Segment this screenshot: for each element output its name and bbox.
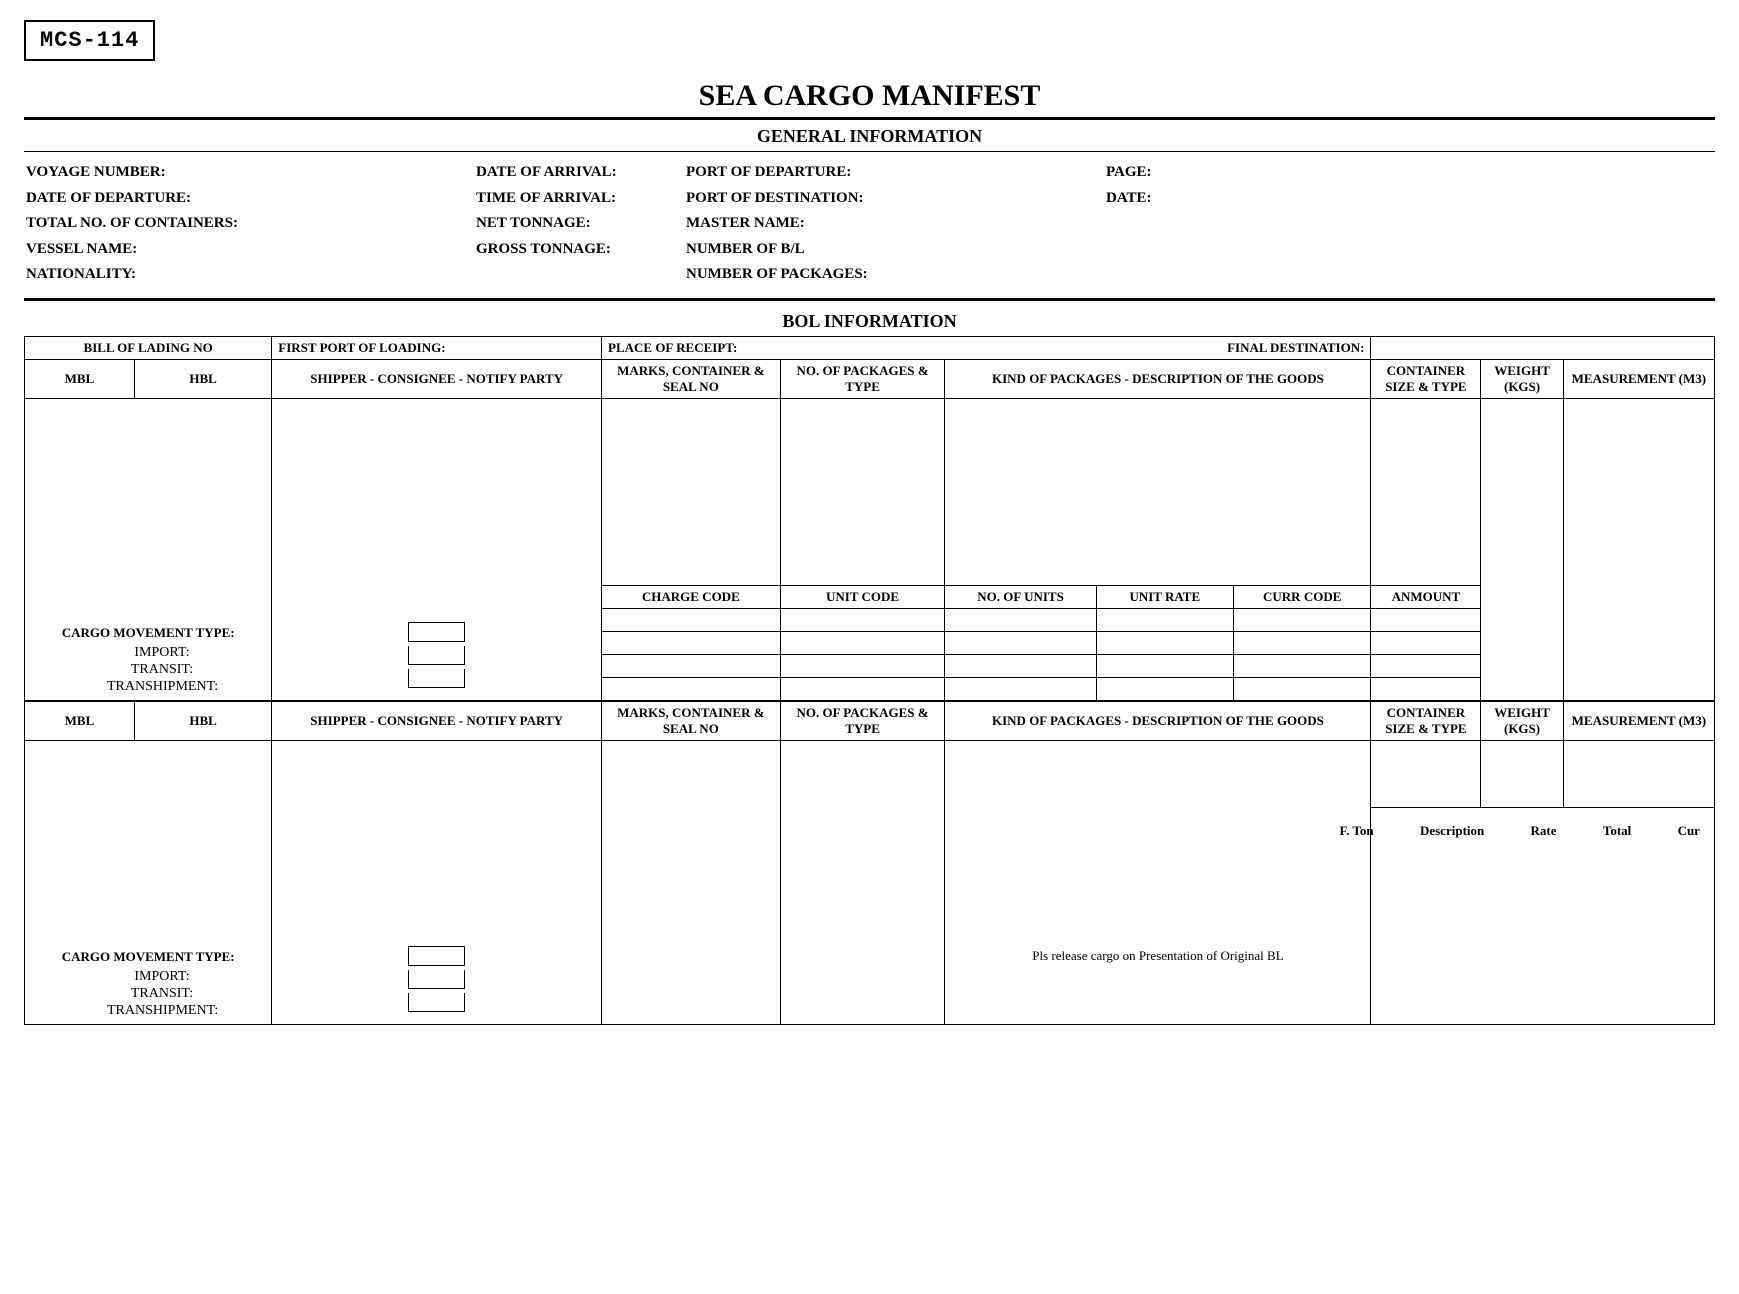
gi-date-departure: DATE OF DEPARTURE: [24,186,476,212]
form-code-badge: MCS-114 [24,20,155,61]
cell-container-1[interactable] [1371,398,1481,585]
cm-transit-box-2[interactable] [408,970,465,989]
cm-transhipment-box-1[interactable] [408,669,465,688]
gi-number-packages: NUMBER OF PACKAGES: [686,262,1106,288]
hdr-charge-code: CHARGE CODE [602,585,781,608]
hdr-marks-2: MARKS, CONTAINER & SEAL NO [602,701,781,741]
gi-date-arrival: DATE OF ARRIVAL: [476,160,686,186]
general-info-block: VOYAGE NUMBER: DATE OF ARRIVAL: PORT OF … [24,151,1715,301]
hdr-mbl: MBL [25,359,135,398]
charge-row-1-code[interactable] [602,608,781,631]
hdr-amount: ANMOUNT [1371,585,1481,608]
hdr-kind-of-packages-2: KIND OF PACKAGES - DESCRIPTION OF THE GO… [945,701,1371,741]
cm-import-box-1[interactable] [408,622,465,642]
cm-checkbox-stack-2 [408,946,465,1016]
cm-checkbox-stack-1 [408,622,465,692]
section-bol-header: BOL INFORMATION [24,311,1715,332]
hdr-measurement: MEASUREMENT (M3) [1563,359,1714,398]
hdr-packages-2: NO. OF PACKAGES & TYPE [780,701,945,741]
cell-pkgs-1[interactable] [780,398,945,585]
hdr-shipper: SHIPPER - CONSIGNEE - NOTIFY PARTY [272,359,602,398]
hdr-shipper-2: SHIPPER - CONSIGNEE - NOTIFY PARTY [272,701,602,741]
hdr-container: CONTAINER SIZE & TYPE [1371,359,1481,398]
cm-transit-box-1[interactable] [408,646,465,665]
hdr-hbl-2: HBL [134,701,271,741]
hdr-kind-of-packages: KIND OF PACKAGES - DESCRIPTION OF THE GO… [945,359,1371,398]
section-general-header: GENERAL INFORMATION [24,122,1715,151]
gi-vessel-name: VESSEL NAME: [24,237,476,263]
hdr-first-port-loading: FIRST PORT OF LOADING: [272,336,602,359]
gi-master-name: MASTER NAME: [686,211,1106,237]
gi-net-tonnage: NET TONNAGE: [476,211,686,237]
cell-pkgs-2[interactable] [780,740,945,1024]
gi-page: PAGE: [1106,160,1715,186]
hdr-packages: NO. OF PACKAGES & TYPE [780,359,945,398]
hdr-weight: WEIGHT (KGS) [1481,359,1563,398]
cargo-movement-type-2: CARGO MOVEMENT TYPE: IMPORT: TRANSIT: TR… [25,945,271,1024]
release-note: Pls release cargo on Presentation of Ori… [949,948,1366,964]
cell-kind-1[interactable] [945,398,1371,585]
cargo-movement-type-1: CARGO MOVEMENT TYPE: IMPORT: TRANSIT: TR… [25,621,271,700]
page-title: SEA CARGO MANIFEST [24,79,1715,113]
hdr-container-2: CONTAINER SIZE & TYPE [1371,701,1481,741]
hdr-unit-rate: UNIT RATE [1096,585,1233,608]
cell-weight-1[interactable] [1481,398,1563,701]
hdr-measurement-2: MEASUREMENT (M3) [1563,701,1714,741]
freight-columns: F. Ton Description Rate Total Cur [1375,811,1710,839]
hdr-bill-of-lading-no: BILL OF LADING NO [25,336,272,359]
cell-marks-1[interactable] [602,398,781,585]
charge-row-4-code[interactable] [602,677,781,701]
gi-time-arrival: TIME OF ARRIVAL: [476,186,686,212]
gi-port-destination: PORT OF DESTINATION: [686,186,1106,212]
gi-port-departure: PORT OF DEPARTURE: [686,160,1106,186]
charge-row-2-code[interactable] [602,631,781,654]
hdr-curr-code: CURR CODE [1233,585,1370,608]
bol-table: BILL OF LADING NO FIRST PORT OF LOADING:… [24,336,1715,1025]
charge-row-3-code[interactable] [602,654,781,677]
hdr-final-destination: FINAL DESTINATION: [1227,340,1364,356]
rule-top [24,117,1715,120]
sea-cargo-manifest-form: MCS-114 SEA CARGO MANIFEST GENERAL INFOR… [0,0,1739,1065]
cell-marks-2[interactable] [602,740,781,1024]
gi-voyage-number: VOYAGE NUMBER: [24,160,476,186]
gi-gross-tonnage: GROSS TONNAGE: [476,237,686,263]
hdr-marks: MARKS, CONTAINER & SEAL NO [602,359,781,398]
cell-meas-1[interactable] [1563,398,1714,701]
hdr-place-of-receipt: PLACE OF RECEIPT: [608,340,737,356]
hdr-no-of-units: NO. OF UNITS [945,585,1096,608]
cell-weight-2[interactable] [1481,740,1563,807]
hdr-weight-2: WEIGHT (KGS) [1481,701,1563,741]
gi-total-containers: TOTAL NO. OF CONTAINERS: [24,211,476,237]
cm-transhipment-box-2[interactable] [408,993,465,1012]
gi-number-bl: NUMBER OF B/L [686,237,1106,263]
cm-import-box-2[interactable] [408,946,465,966]
cell-meas-2[interactable] [1563,740,1714,807]
cell-container-2[interactable] [1371,740,1481,807]
hdr-unit-code: UNIT CODE [780,585,945,608]
gi-nationality: NATIONALITY: [24,262,476,288]
hdr-hbl: HBL [134,359,271,398]
gi-date: DATE: [1106,186,1715,212]
hdr-mbl-2: MBL [25,701,135,741]
